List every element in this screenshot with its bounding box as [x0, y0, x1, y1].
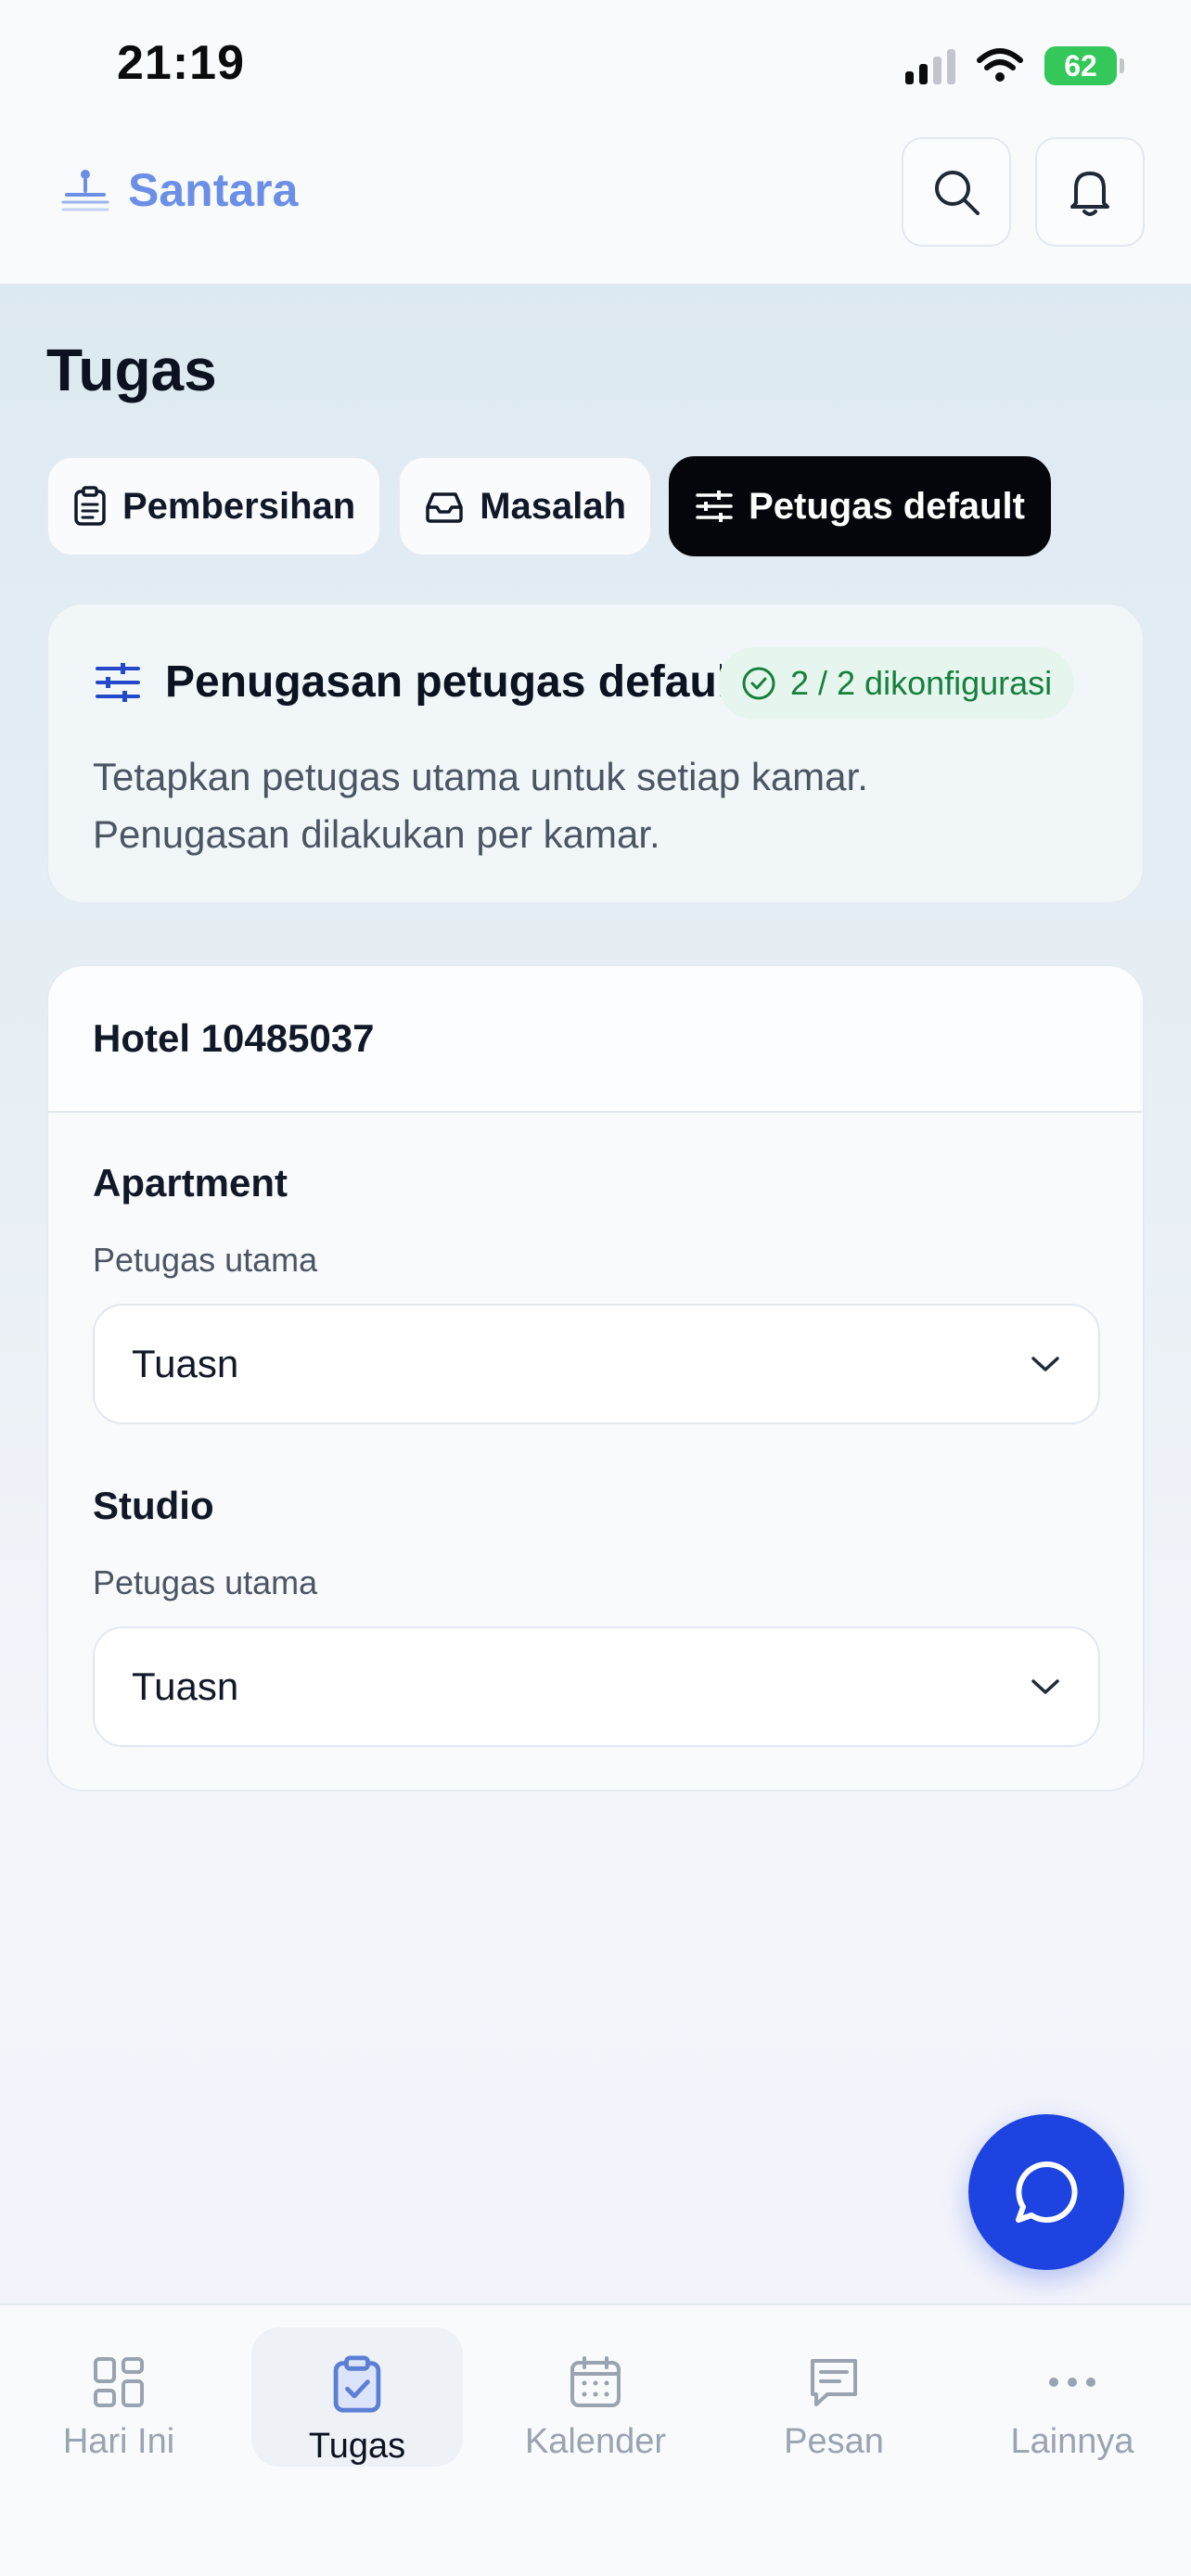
nav-label: Lainnya [1010, 2422, 1134, 2461]
card-header: Penugasan petugas default [95, 657, 722, 708]
room-label: Petugas utama [93, 1241, 318, 1279]
apartment-staff-select[interactable]: Tuasn [93, 1304, 1100, 1424]
clipboard-icon [74, 486, 106, 526]
wifi-icon [977, 48, 1023, 82]
nav-label: Tugas [308, 2427, 406, 2466]
chat-fab-button[interactable] [968, 2114, 1124, 2270]
battery-indicator: 62 [1044, 46, 1124, 85]
grid-icon [94, 2357, 144, 2407]
battery-level: 62 [1064, 48, 1097, 83]
cellular-signal-icon [905, 47, 955, 84]
cleaning-logo-icon [61, 170, 109, 211]
card-title: Penugasan petugas default [165, 657, 722, 707]
clipboard-check-icon [333, 2355, 381, 2413]
page-title: Tugas [46, 337, 217, 403]
status-icons: 62 [905, 46, 1124, 85]
tab-pembersihan[interactable]: Pembersihan [46, 456, 382, 556]
nav-label: Kalender [524, 2422, 667, 2461]
brand-name: Santara [128, 164, 299, 216]
tab-label: Pembersihan [122, 485, 356, 527]
hotel-card: Hotel 10485037 Apartment Petugas utama T… [46, 964, 1145, 1792]
room-name-studio: Studio [93, 1484, 214, 1527]
studio-staff-select[interactable]: Tuasn [93, 1626, 1100, 1747]
inbox-icon [426, 492, 463, 523]
bottom-nav: Hari Ini Tugas Kalender Pesan Lainnya [0, 2303, 1191, 2576]
tab-masalah[interactable]: Masalah [398, 456, 653, 556]
room-label: Petugas utama [93, 1563, 318, 1601]
room-name-apartment: Apartment [93, 1161, 288, 1205]
hotel-title: Hotel 10485037 [48, 966, 1143, 1113]
nav-kalender[interactable]: Kalender [490, 2327, 701, 2467]
calendar-icon [570, 2356, 621, 2407]
search-button[interactable] [902, 137, 1011, 247]
chevron-down-icon [1031, 1679, 1059, 1694]
sliders-icon [696, 491, 733, 522]
badge-text: 2 / 2 dikonfigurasi [790, 664, 1053, 702]
sliders-icon [96, 662, 140, 702]
nav-tugas[interactable]: Tugas [251, 2327, 463, 2467]
status-time: 21:19 [117, 36, 245, 90]
select-value: Tuasn [132, 1664, 239, 1708]
configured-badge: 2 / 2 dikonfigurasi [718, 647, 1075, 720]
nav-hari-ini[interactable]: Hari Ini [13, 2327, 224, 2467]
chevron-down-icon [1031, 1357, 1059, 1371]
tab-petugas-default[interactable]: Petugas default [669, 456, 1051, 556]
task-tabs: Pembersihan Masalah Petugas default [46, 456, 1051, 556]
top-bar: 21:19 62 Santara [0, 0, 1191, 286]
nav-label: Pesan [784, 2422, 884, 2461]
tab-label: Petugas default [749, 485, 1025, 527]
message-icon [811, 2359, 857, 2406]
default-assignment-card: Penugasan petugas default 2 / 2 dikonfig… [46, 603, 1145, 904]
card-description: Tetapkan petugas utama untuk setiap kama… [93, 755, 868, 856]
check-circle-icon [742, 667, 775, 700]
nav-lainnya[interactable]: Lainnya [967, 2327, 1178, 2467]
notifications-button[interactable] [1035, 137, 1145, 247]
chat-bubble-icon [1016, 2161, 1078, 2223]
nav-label: Hari Ini [62, 2422, 175, 2461]
nav-pesan[interactable]: Pesan [728, 2327, 940, 2467]
search-icon [935, 171, 980, 215]
brand[interactable]: Santara [59, 163, 298, 217]
more-icon [1049, 2378, 1095, 2387]
bell-icon [1070, 172, 1109, 216]
tab-label: Masalah [480, 485, 627, 527]
select-value: Tuasn [132, 1342, 239, 1385]
